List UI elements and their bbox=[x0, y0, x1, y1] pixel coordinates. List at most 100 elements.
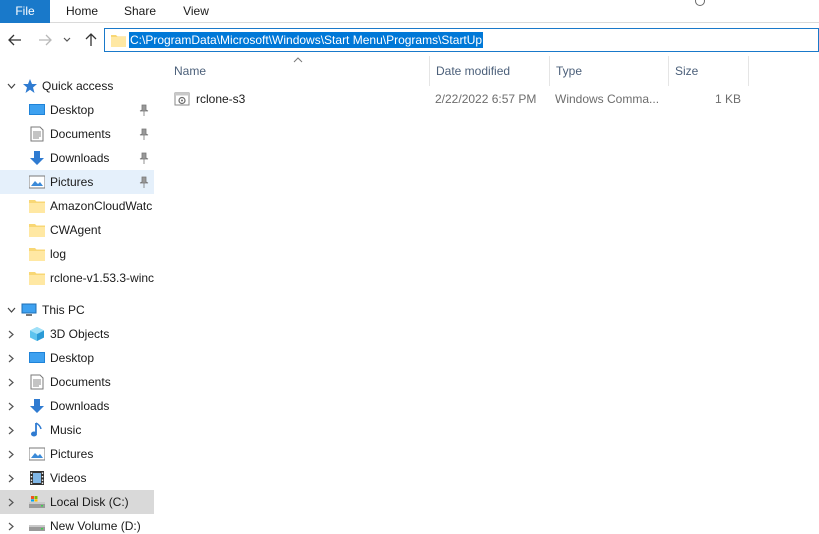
nav-pc-local-disk[interactable]: Local Disk (C:) bbox=[0, 490, 154, 514]
nav-quick-folder[interactable]: AmazonCloudWatc bbox=[0, 194, 154, 218]
navigation-bar: C:\ProgramData\Microsoft\Windows\Start M… bbox=[0, 24, 819, 56]
nav-pc-music[interactable]: Music bbox=[0, 418, 154, 442]
nav-quick-folder[interactable]: rclone-v1.53.3-winc bbox=[0, 266, 154, 290]
chevron-down-icon bbox=[63, 37, 71, 42]
up-button[interactable] bbox=[80, 29, 102, 51]
nav-label: 3D Objects bbox=[50, 327, 110, 341]
drive-icon bbox=[29, 525, 45, 531]
file-name: rclone-s3 bbox=[196, 92, 246, 106]
folder-icon bbox=[29, 248, 45, 261]
nav-label: Videos bbox=[50, 471, 87, 485]
nav-label: Pictures bbox=[50, 175, 94, 189]
nav-quick-documents[interactable]: Documents bbox=[0, 122, 154, 146]
documents-icon bbox=[30, 126, 44, 142]
nav-label: Music bbox=[50, 423, 82, 437]
address-bar[interactable]: C:\ProgramData\Microsoft\Windows\Start M… bbox=[104, 28, 819, 52]
chevron-right-icon[interactable] bbox=[5, 424, 17, 436]
chevron-right-icon[interactable] bbox=[5, 448, 17, 460]
documents-icon bbox=[30, 374, 44, 390]
column-header-name[interactable]: Name bbox=[168, 56, 430, 86]
nav-quick-folder[interactable]: log bbox=[0, 242, 154, 266]
star-icon bbox=[23, 79, 37, 93]
file-list: Name Date modified Type Size rclone-s3 2… bbox=[155, 56, 819, 534]
recent-locations-button[interactable] bbox=[60, 29, 74, 51]
desktop-icon bbox=[29, 104, 45, 115]
back-button[interactable] bbox=[4, 29, 26, 51]
computer-icon bbox=[21, 303, 37, 316]
nav-label: New Volume (D:) bbox=[50, 519, 141, 533]
chevron-right-icon[interactable] bbox=[5, 496, 17, 508]
pin-icon[interactable] bbox=[139, 152, 149, 164]
nav-label: rclone-v1.53.3-winc bbox=[50, 271, 154, 285]
nav-quick-pictures[interactable]: Pictures bbox=[0, 170, 154, 194]
file-type: Windows Comma... bbox=[555, 92, 660, 106]
nav-pc-pictures[interactable]: Pictures bbox=[0, 442, 154, 466]
nav-quick-desktop[interactable]: Desktop bbox=[0, 98, 154, 122]
music-note-icon bbox=[31, 422, 42, 437]
chevron-down-icon[interactable] bbox=[5, 80, 17, 92]
nav-pc-3d-objects[interactable]: 3D Objects bbox=[0, 322, 154, 346]
nav-pc-downloads[interactable]: Downloads bbox=[0, 394, 154, 418]
folder-icon bbox=[29, 272, 45, 285]
address-path-text[interactable]: C:\ProgramData\Microsoft\Windows\Start M… bbox=[129, 32, 484, 48]
file-date: 2/22/2022 6:57 PM bbox=[435, 92, 537, 106]
nav-label: Desktop bbox=[50, 103, 95, 117]
nav-label: Desktop bbox=[50, 351, 95, 365]
chevron-right-icon[interactable] bbox=[5, 472, 17, 484]
forward-arrow-icon bbox=[39, 34, 52, 46]
nav-label: Pictures bbox=[50, 447, 94, 461]
ribbon-toggle-icon bbox=[695, 0, 705, 6]
tab-home[interactable]: Home bbox=[58, 0, 106, 23]
nav-pc-videos[interactable]: Videos bbox=[0, 466, 154, 490]
folder-icon bbox=[111, 35, 126, 47]
nav-label: Quick access bbox=[42, 79, 114, 93]
nav-pc-new-volume[interactable]: New Volume (D:) bbox=[0, 514, 154, 534]
ribbon-expand-toggle[interactable] bbox=[689, 0, 819, 6]
desktop-icon bbox=[29, 352, 45, 363]
download-arrow-icon bbox=[30, 151, 44, 165]
nav-label: Documents bbox=[50, 375, 111, 389]
nav-label: Local Disk (C:) bbox=[50, 495, 129, 509]
nav-this-pc[interactable]: This PC bbox=[0, 298, 154, 322]
column-header-date[interactable]: Date modified bbox=[430, 56, 550, 86]
tab-view[interactable]: View bbox=[172, 0, 220, 23]
chevron-right-icon[interactable] bbox=[5, 328, 17, 340]
tab-file[interactable]: File bbox=[0, 0, 50, 23]
folder-icon bbox=[29, 224, 45, 237]
nav-pc-documents[interactable]: Documents bbox=[0, 370, 154, 394]
pin-icon[interactable] bbox=[139, 176, 149, 188]
nav-quick-downloads[interactable]: Downloads bbox=[0, 146, 154, 170]
download-arrow-icon bbox=[30, 399, 44, 413]
pin-icon[interactable] bbox=[139, 128, 149, 140]
nav-quick-folder[interactable]: CWAgent bbox=[0, 218, 154, 242]
chevron-right-icon[interactable] bbox=[5, 376, 17, 388]
nav-label: Downloads bbox=[50, 151, 110, 165]
folder-icon bbox=[29, 200, 45, 213]
nav-label: Downloads bbox=[50, 399, 110, 413]
script-file-icon bbox=[174, 92, 190, 106]
cube-icon bbox=[30, 327, 44, 341]
chevron-down-icon[interactable] bbox=[5, 304, 17, 316]
pictures-icon bbox=[29, 447, 45, 461]
column-header-size[interactable]: Size bbox=[669, 56, 749, 86]
pictures-icon bbox=[29, 175, 45, 189]
chevron-right-icon[interactable] bbox=[5, 400, 17, 412]
nav-label: This PC bbox=[42, 303, 85, 317]
nav-label: Documents bbox=[50, 127, 111, 141]
ribbon: File Home Share View bbox=[0, 0, 819, 23]
tab-share[interactable]: Share bbox=[116, 0, 164, 23]
file-size: 1 KB bbox=[714, 92, 741, 106]
chevron-right-icon[interactable] bbox=[5, 352, 17, 364]
nav-pc-desktop[interactable]: Desktop bbox=[0, 346, 154, 370]
drive-icon bbox=[29, 496, 45, 508]
pin-icon[interactable] bbox=[139, 104, 149, 116]
file-row[interactable]: rclone-s3 2/22/2022 6:57 PM Windows Comm… bbox=[168, 88, 768, 110]
back-arrow-icon bbox=[8, 34, 21, 46]
column-header-type[interactable]: Type bbox=[550, 56, 669, 86]
nav-label: log bbox=[50, 247, 67, 261]
chevron-right-icon[interactable] bbox=[5, 520, 17, 532]
forward-button[interactable] bbox=[34, 29, 56, 51]
navigation-pane: Quick access Desktop Documents Downloads… bbox=[0, 72, 154, 534]
nav-label: AmazonCloudWatc bbox=[50, 199, 153, 213]
nav-quick-access[interactable]: Quick access bbox=[0, 74, 154, 98]
